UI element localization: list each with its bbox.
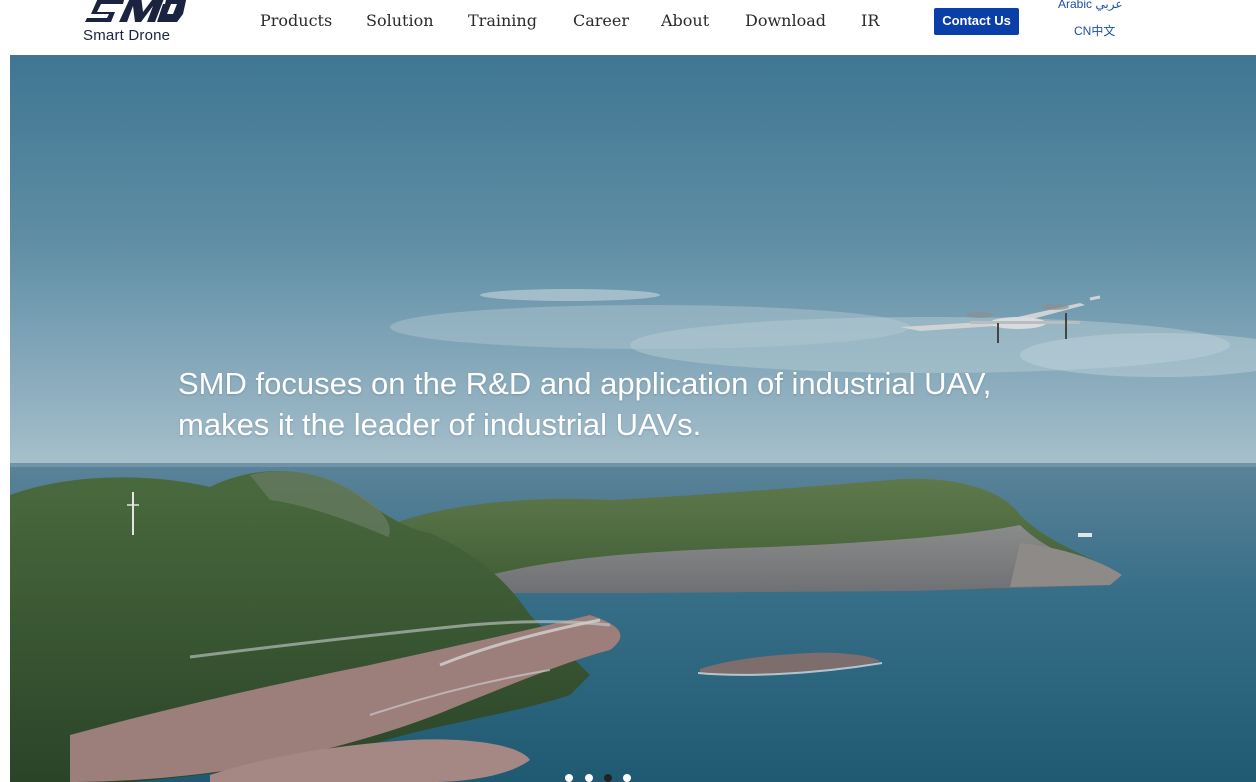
nav-ir[interactable]: IR <box>861 11 879 30</box>
nav-products[interactable]: Products <box>260 11 332 30</box>
hero-headline: SMD focuses on the R&D and application o… <box>178 363 1078 445</box>
nav-about[interactable]: About <box>661 11 709 30</box>
language-arabic-link[interactable]: Arabic عربي <box>1058 0 1122 11</box>
smd-logo-mark-icon <box>85 0 187 22</box>
language-chinese-link[interactable]: CN中文 <box>1074 22 1115 39</box>
site-header: Smart Drone Products Solution Training C… <box>0 0 1256 55</box>
contact-us-button[interactable]: Contact Us <box>934 8 1019 35</box>
smd-logo[interactable]: Smart Drone <box>83 0 193 50</box>
slider-dot-2[interactable] <box>585 774 593 782</box>
nav-download[interactable]: Download <box>745 11 826 30</box>
hero-banner: SMD focuses on the R&D and application o… <box>10 55 1256 782</box>
nav-career[interactable]: Career <box>573 11 629 30</box>
hero-headline-line-1: SMD focuses on the R&D and application o… <box>178 366 992 401</box>
nav-solution[interactable]: Solution <box>366 11 434 30</box>
slider-dot-4[interactable] <box>623 774 631 782</box>
nav-training[interactable]: Training <box>468 11 537 30</box>
slider-dot-1[interactable] <box>565 774 573 782</box>
slider-dot-3[interactable] <box>604 774 612 782</box>
logo-wordmark: Smart Drone <box>83 27 171 44</box>
hero-headline-line-2: makes it the leader of industrial UAVs. <box>178 407 702 442</box>
